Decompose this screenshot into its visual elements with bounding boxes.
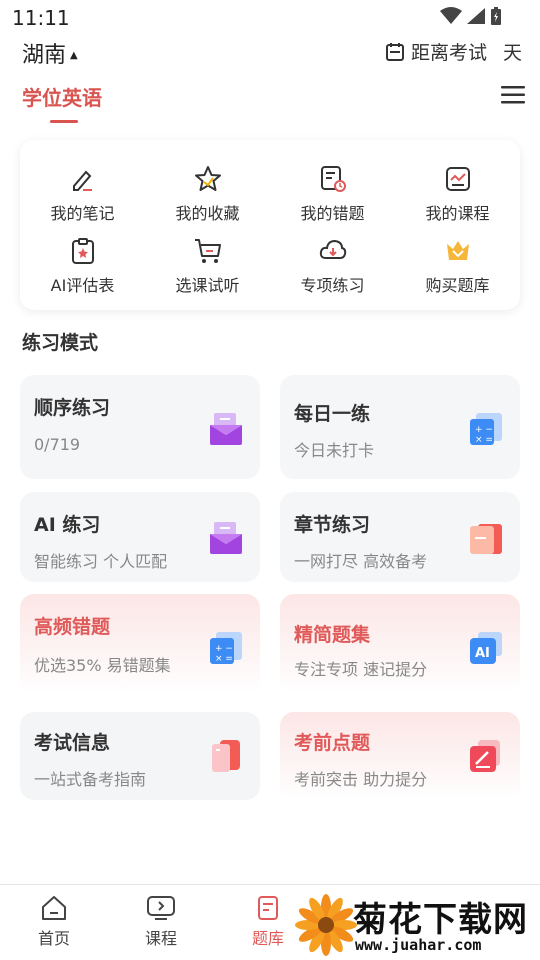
subject-tabbar: 学位英语 [0,78,540,128]
tab-active-subject[interactable]: 学位英语 [22,82,102,111]
play-screen-icon [147,896,175,920]
mode-card-sequential[interactable]: 顺序练习 0/719 [20,375,260,479]
calculator-icon: + −× = [210,632,242,664]
mode-card-chapter[interactable]: 章节练习 一网打尽 高效备考 [280,492,520,582]
signal-icon [467,8,485,24]
nav-label: 题库 [251,929,284,948]
pen-note-icon [470,740,500,772]
quick-link-wrong-questions[interactable]: 我的错题 [270,164,395,236]
mode-subtitle: 专注专项 速记提分 [294,660,428,679]
exam-countdown[interactable]: 距离考试 天 [385,38,522,65]
mode-title: 顺序练习 [34,397,111,419]
wifi-icon [440,7,462,24]
mode-subtitle: 一站式备考指南 [34,770,147,789]
quick-link-label: 我的收藏 [175,204,240,223]
quick-links-card: 我的笔记 我的收藏 我的错题 我的课程 AI评估表 选课试听 专项练习 购买题库 [20,140,520,310]
nav-home[interactable]: 首页 [19,895,89,949]
svg-text:× =: × = [215,654,233,664]
quick-link-notes[interactable]: 我的笔记 [20,164,145,236]
mode-subtitle: 考前突击 助力提分 [294,770,428,789]
quick-link-label: 选课试听 [175,276,240,295]
mode-subtitle: 一网打尽 高效备考 [294,552,428,571]
mailbox-icon [210,522,242,554]
mode-card-frequent-errors[interactable]: 高频错题 优选35% 易错题集 + − × = [20,594,260,694]
mode-title: 精简题集 [294,624,371,646]
mode-title: AI 练习 [34,514,101,536]
header: 湖南 ▲ 距离考试 天 [0,34,540,70]
svg-text:+ −: + − [475,425,493,435]
calendar-icon [385,42,404,61]
svg-text:AI: AI [475,646,490,661]
caret-down-icon: ▲ [70,49,78,61]
star-icon [193,164,223,194]
status-bar: 11:11 [0,0,540,34]
mode-title: 考前点题 [294,732,371,754]
mode-subtitle: 智能练习 个人匹配 [34,552,168,571]
mode-card-pre-exam-tips[interactable]: 考前点题 考前突击 助力提分 [280,712,520,800]
tab-indicator [50,120,78,123]
quick-link-label: 我的错题 [300,204,365,223]
section-title: 练习模式 [22,332,99,354]
nav-label: 课程 [144,929,177,948]
menu-icon[interactable] [500,84,526,106]
status-icons [440,6,502,26]
flower-logo-icon [295,894,357,956]
watermark-title: 菊花下载网 [353,900,528,940]
calculator-icon: + −× = [470,413,502,445]
mode-subtitle: 0/719 [34,435,81,454]
mode-card-exam-info[interactable]: 考试信息 一站式备考指南 [20,712,260,800]
document-icon [212,740,240,772]
quick-link-ai-assessment[interactable]: AI评估表 [20,236,145,308]
nav-label: 首页 [37,929,70,948]
status-time: 11:11 [12,6,70,30]
mode-subtitle: 今日未打卡 [294,441,375,460]
quick-link-label: AI评估表 [50,276,115,295]
mode-subtitle: 优选35% 易错题集 [34,656,171,675]
wrong-questions-icon [318,164,348,194]
quick-link-label: 购买题库 [425,276,490,295]
mode-card-concise-set[interactable]: 精简题集 专注专项 速记提分 AI [280,594,520,694]
quick-link-label: 我的笔记 [50,204,115,223]
exam-countdown-label: 距离考试 [410,42,487,64]
special-practice-icon [318,236,348,266]
crown-icon [443,236,473,266]
home-icon [42,896,66,920]
watermark-url: www.juahar.com [355,936,482,954]
book-icon [470,524,502,554]
quick-link-trial-lessons[interactable]: 选课试听 [145,236,270,308]
quick-link-favorites[interactable]: 我的收藏 [145,164,270,236]
course-icon [443,164,473,194]
quick-link-courses[interactable]: 我的课程 [395,164,520,236]
mode-title: 每日一练 [294,403,371,425]
mailbox-icon [210,413,242,445]
quick-link-buy-question-bank[interactable]: 购买题库 [395,236,520,308]
svg-text:× =: × = [475,435,493,445]
svg-text:+ −: + − [215,644,233,654]
location-label: 湖南 [22,43,67,68]
mode-title: 高频错题 [34,616,111,638]
watermark: 菊花下载网 www.juahar.com [295,890,540,960]
nav-question-bank[interactable]: 题库 [233,895,303,949]
question-bank-icon [258,896,278,920]
mode-card-daily[interactable]: 每日一练 今日未打卡 + − × = [280,375,520,479]
ai-badge-icon: AI [470,632,502,664]
cart-icon [193,236,223,266]
assessment-icon [68,236,98,266]
quick-link-label: 我的课程 [425,204,490,223]
battery-icon [491,7,501,25]
mode-title: 章节练习 [294,514,371,536]
quick-link-label: 专项练习 [300,276,365,295]
location-selector[interactable]: 湖南 ▲ [22,37,78,69]
quick-link-special-practice[interactable]: 专项练习 [270,236,395,308]
mode-title: 考试信息 [34,732,111,754]
note-icon [68,164,98,194]
exam-countdown-unit: 天 [502,42,522,64]
nav-courses[interactable]: 课程 [126,895,196,949]
mode-card-ai-practice[interactable]: AI 练习 智能练习 个人匹配 [20,492,260,582]
